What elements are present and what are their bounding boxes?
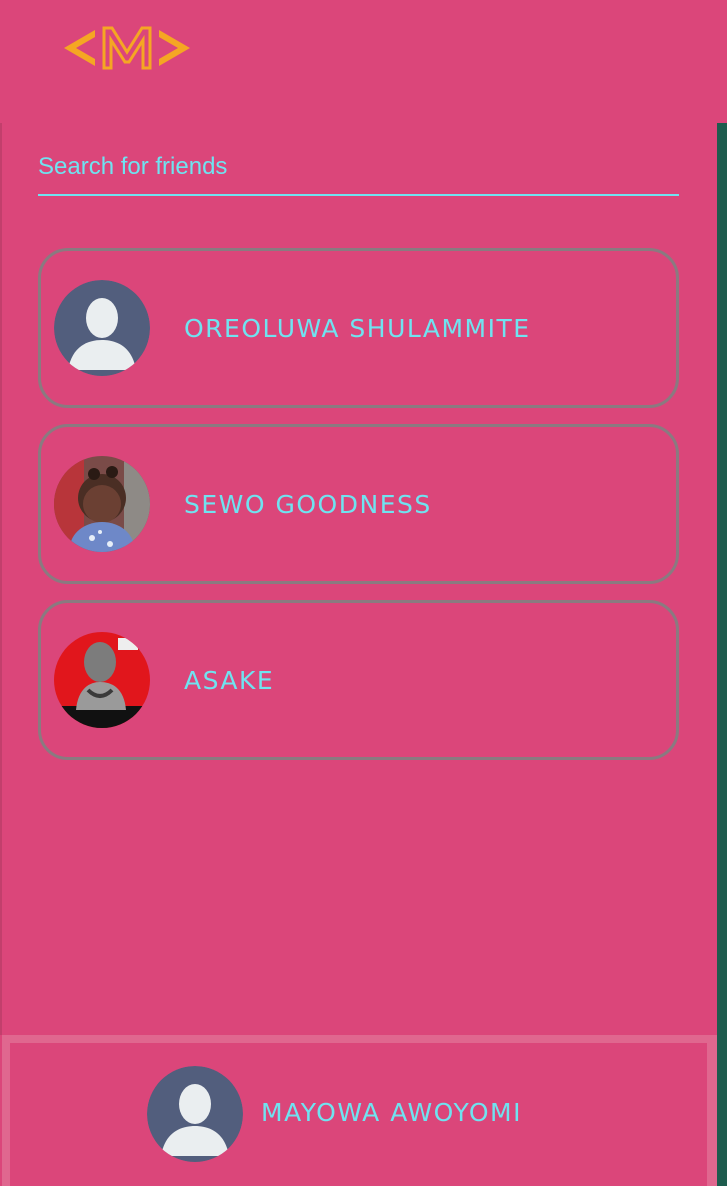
friend-name: SEWO GOODNESS xyxy=(184,489,432,519)
friend-card[interactable]: OREOLUWA SHULAMMITE xyxy=(38,248,679,408)
friend-name: ASAKE xyxy=(184,665,275,695)
friend-name: OREOLUWA SHULAMMITE xyxy=(184,313,531,343)
app-root: OREOLUWA SHULAMMITE SEWO GOODN xyxy=(0,0,727,1186)
friend-card[interactable]: SEWO GOODNESS xyxy=(38,424,679,584)
right-side-strip xyxy=(717,123,727,1186)
current-user-bar: MAYOWA AWOYOMI xyxy=(2,1035,717,1186)
left-divider xyxy=(0,123,2,1035)
friend-card[interactable]: ASAKE xyxy=(38,600,679,760)
logo[interactable] xyxy=(62,22,192,74)
artist-photo-avatar xyxy=(54,632,150,728)
default-user-icon xyxy=(54,280,150,376)
default-user-icon xyxy=(147,1066,243,1162)
current-user-name: MAYOWA AWOYOMI xyxy=(261,1098,523,1127)
header xyxy=(0,0,727,123)
friend-list: OREOLUWA SHULAMMITE SEWO GOODNESS ASAKE xyxy=(38,248,679,776)
search-input[interactable] xyxy=(38,140,679,196)
child-photo-avatar xyxy=(54,456,150,552)
current-user-panel[interactable]: MAYOWA AWOYOMI xyxy=(10,1043,707,1186)
